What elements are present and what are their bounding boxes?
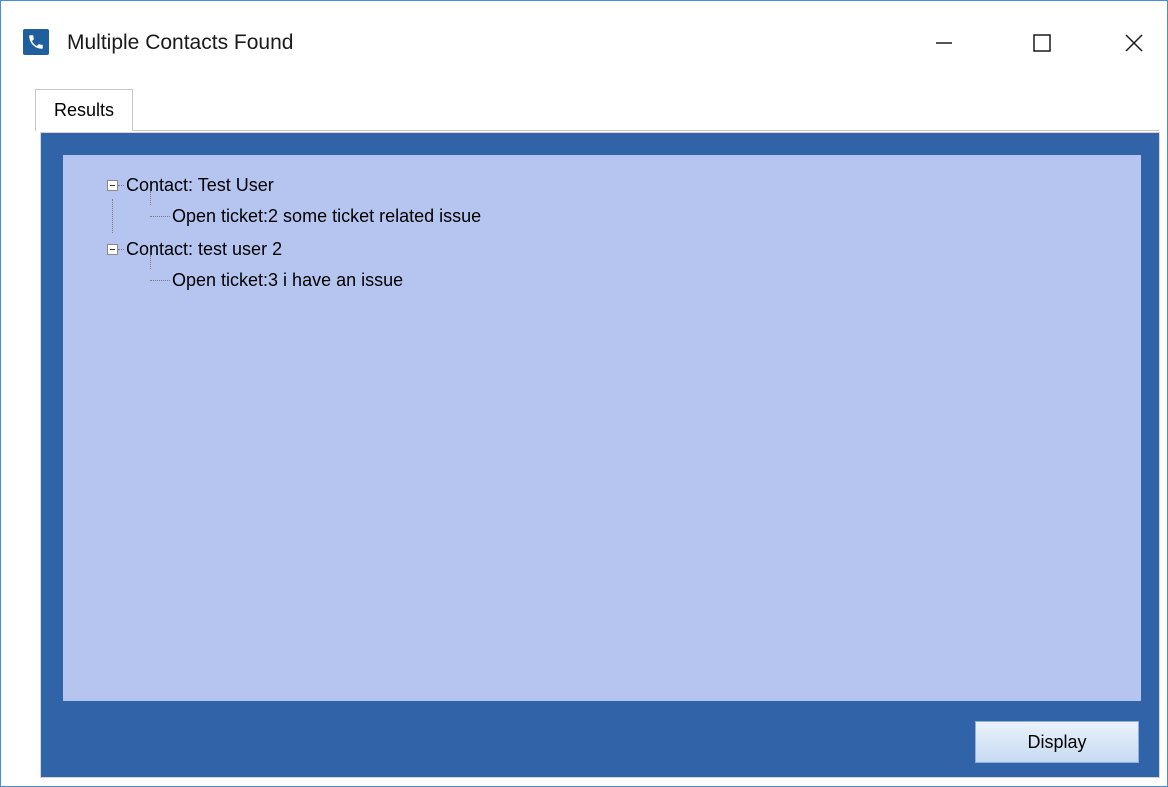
contact-label: Contact: test user 2 <box>126 238 283 259</box>
tab-strip-divider <box>35 130 1159 131</box>
results-tree[interactable]: Contact: Test User Open ticket:2 some ti… <box>63 155 1141 701</box>
contact-label: Contact: Test User <box>126 174 274 195</box>
results-panel: Contact: Test User Open ticket:2 some ti… <box>40 132 1160 778</box>
maximize-icon <box>1033 34 1051 52</box>
tree-node-ticket[interactable]: Open ticket:3 i have an issue <box>150 266 403 294</box>
tab-results[interactable]: Results <box>35 89 133 131</box>
collapse-icon[interactable] <box>107 179 118 191</box>
tree-connector-line <box>118 184 124 186</box>
close-button[interactable] <box>1109 19 1159 67</box>
dialog-window: Multiple Contacts Found Results Contact:… <box>0 0 1168 787</box>
phone-icon <box>23 29 49 55</box>
display-button[interactable]: Display <box>975 721 1139 763</box>
tree-connector-line <box>150 215 170 217</box>
title-bar[interactable]: Multiple Contacts Found <box>1 1 1167 85</box>
ticket-label: Open ticket:2 some ticket related issue <box>172 205 482 226</box>
tree-node-contact[interactable]: Contact: Test User <box>107 171 274 199</box>
maximize-button[interactable] <box>1017 19 1067 67</box>
tree-node-ticket[interactable]: Open ticket:2 some ticket related issue <box>150 202 481 230</box>
tree-connector-line <box>112 199 113 233</box>
minimize-button[interactable] <box>919 19 969 67</box>
tree-node-contact[interactable]: Contact: test user 2 <box>107 235 282 263</box>
tree-connector-line <box>118 248 124 250</box>
close-icon <box>1125 34 1143 52</box>
tree-content: Contact: Test User Open ticket:2 some ti… <box>63 155 1141 701</box>
ticket-label: Open ticket:3 i have an issue <box>172 269 404 290</box>
tree-connector-line <box>150 279 170 281</box>
window-title: Multiple Contacts Found <box>67 31 294 54</box>
collapse-icon[interactable] <box>107 243 118 255</box>
minimize-icon <box>936 42 952 44</box>
